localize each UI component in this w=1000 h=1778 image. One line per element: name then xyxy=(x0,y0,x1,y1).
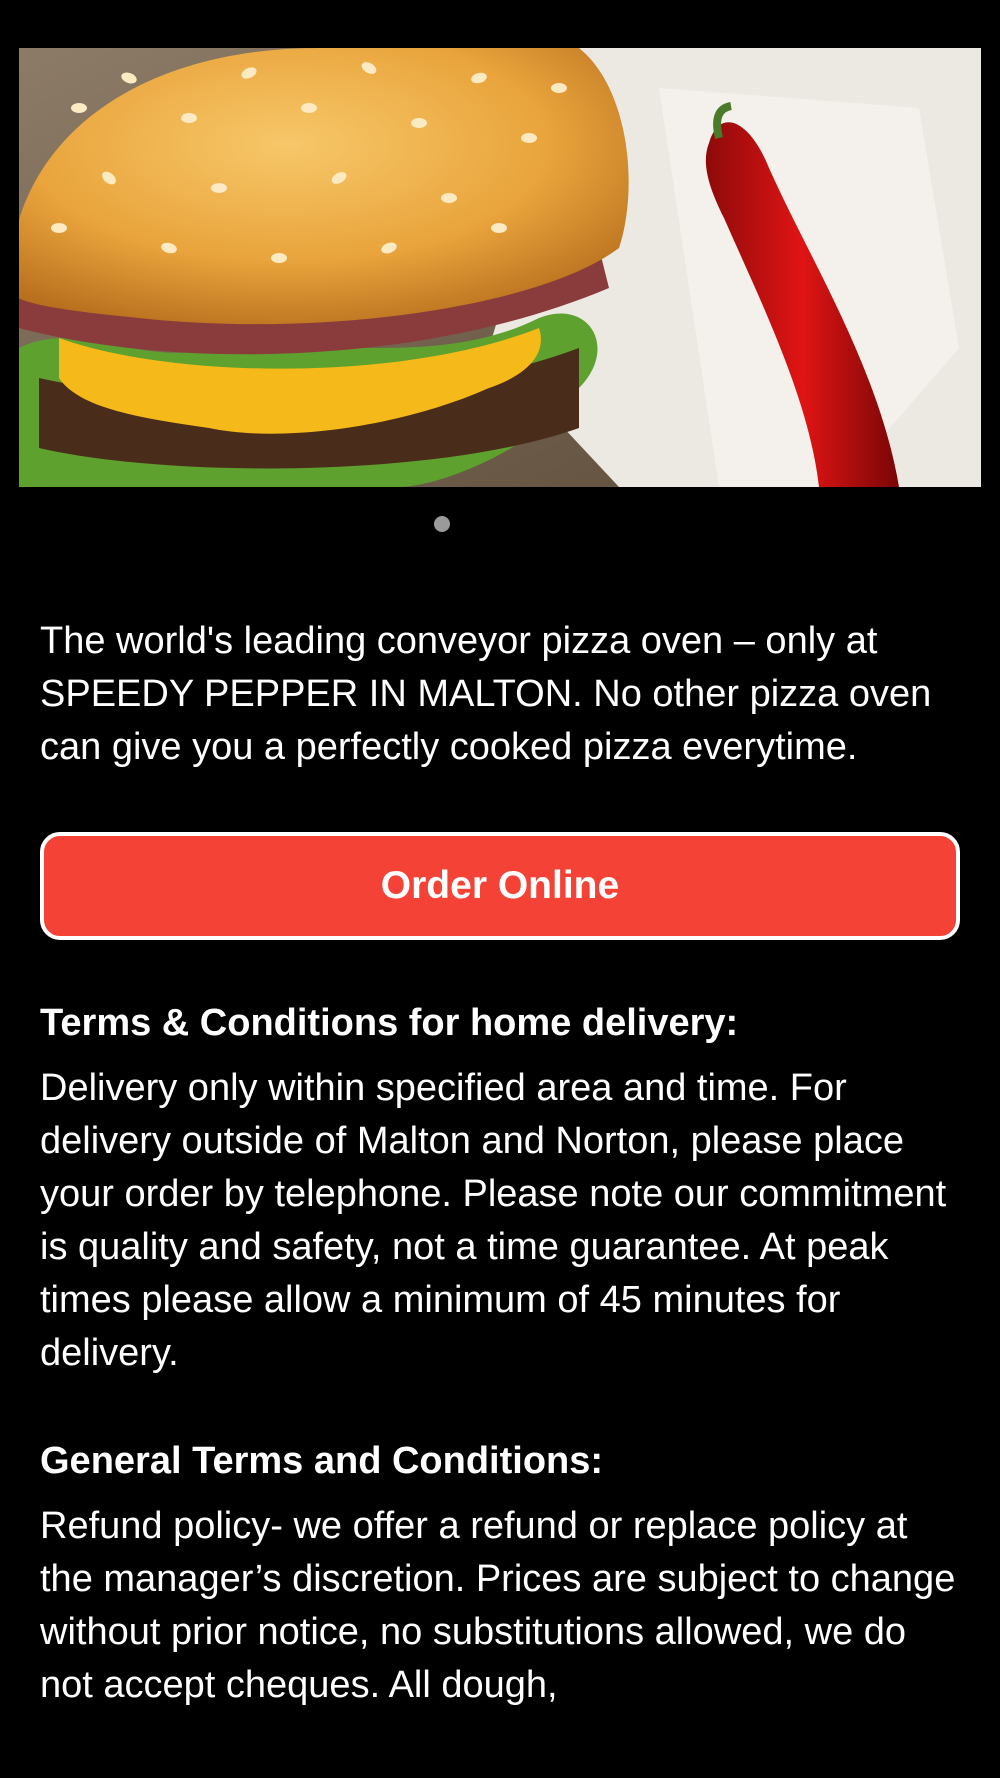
general-terms-title: General Terms and Conditions: xyxy=(40,1440,604,1482)
order-online-button[interactable]: Order Online xyxy=(40,832,960,940)
delivery-terms-title: Terms & Conditions for home delivery: xyxy=(40,1002,739,1044)
pager-dot-active[interactable] xyxy=(434,516,450,532)
hero-image xyxy=(19,48,981,487)
carousel-pager[interactable] xyxy=(0,516,884,532)
burger-photo xyxy=(19,48,981,487)
intro-text: The world's leading conveyor pizza oven … xyxy=(40,620,932,768)
main-content: The world's leading conveyor pizza oven … xyxy=(40,615,960,1712)
delivery-terms-body: Delivery only within specified area and … xyxy=(40,1067,947,1374)
general-terms-body: Refund policy- we offer a refund or repl… xyxy=(40,1505,956,1706)
